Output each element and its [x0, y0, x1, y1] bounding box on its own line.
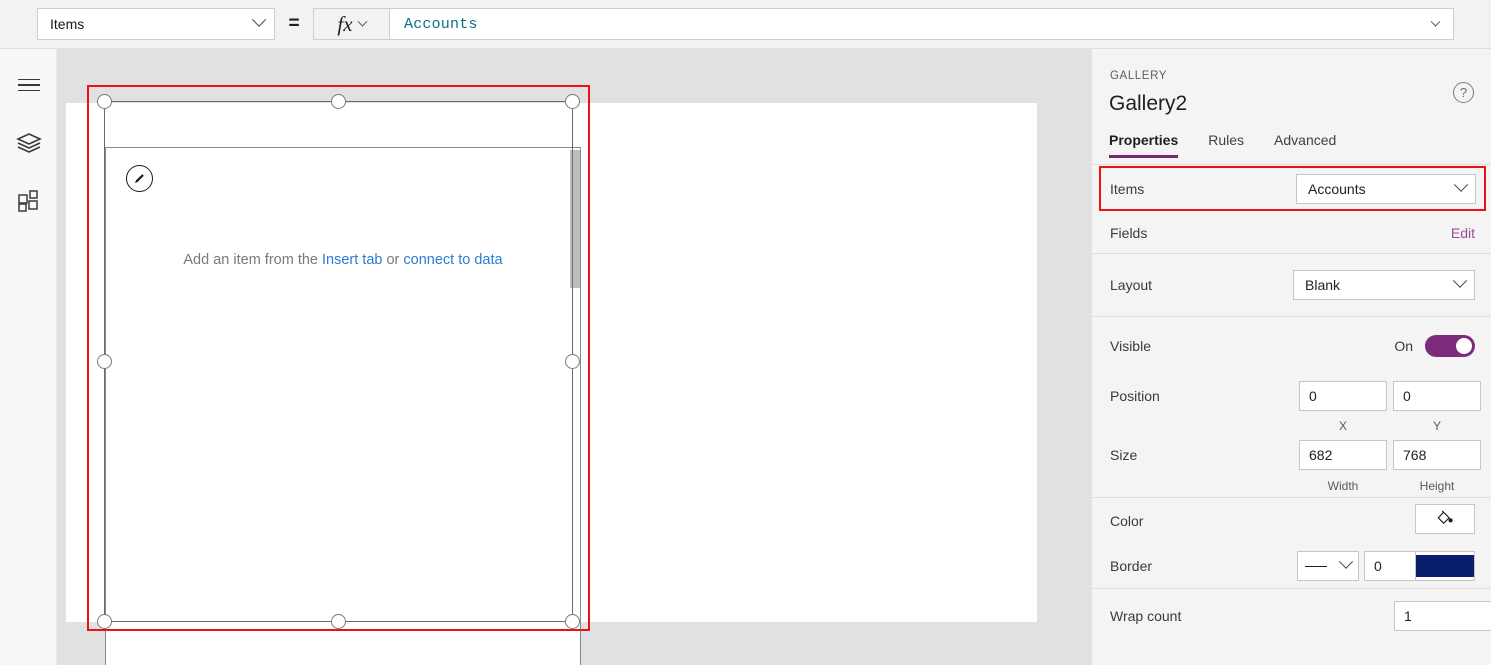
visible-label: Visible [1110, 338, 1151, 354]
resize-handle-bottom-left[interactable] [97, 614, 112, 629]
position-captions: X Y [1092, 417, 1491, 435]
tab-advanced[interactable]: Advanced [1274, 132, 1336, 158]
tab-properties[interactable]: Properties [1109, 132, 1179, 158]
border-style-dropdown[interactable] [1297, 551, 1359, 581]
size-width-input[interactable]: 682 [1299, 440, 1387, 470]
color-label: Color [1110, 513, 1144, 529]
tree-view-icon [15, 133, 42, 153]
property-dropdown-value: Items [50, 16, 85, 32]
sidebar-item-tree-view[interactable] [0, 121, 57, 165]
panel-tabs: Properties Rules Advanced [1109, 132, 1336, 158]
fields-edit-link[interactable]: Edit [1451, 225, 1475, 241]
fx-button[interactable]: fx [313, 8, 389, 40]
visible-toggle-state: On [1394, 338, 1413, 354]
chevron-down-icon [1338, 554, 1354, 569]
tab-rules[interactable]: Rules [1208, 132, 1244, 158]
chevron-down-icon[interactable] [1430, 16, 1441, 27]
resize-handle-top-right[interactable] [565, 94, 580, 109]
formula-text: Accounts [404, 15, 478, 33]
chevron-down-icon [251, 12, 267, 27]
chevron-down-icon [1452, 273, 1468, 288]
layout-dropdown[interactable]: Blank [1293, 270, 1475, 300]
border-label: Border [1110, 558, 1153, 574]
border-color-swatch [1416, 555, 1474, 577]
items-dropdown[interactable]: Accounts [1296, 174, 1476, 204]
size-height-caption: Height [1419, 479, 1455, 493]
selection-outline [104, 101, 573, 622]
help-icon[interactable]: ? [1453, 82, 1474, 103]
sidebar-item-insert[interactable] [0, 179, 57, 223]
size-label: Size [1110, 447, 1138, 463]
position-y-input[interactable]: 0 [1393, 381, 1481, 411]
resize-handle-top-center[interactable] [331, 94, 346, 109]
size-height-input[interactable]: 768 [1393, 440, 1481, 470]
properties-panel: GALLERY Gallery2 ? Properties Rules Adva… [1091, 49, 1491, 665]
chevron-down-icon [357, 16, 368, 27]
left-rail [0, 49, 57, 665]
fields-label: Fields [1110, 225, 1148, 241]
formula-bar: Items = fx Accounts [0, 0, 1491, 49]
items-label: Items [1110, 181, 1145, 197]
property-rows: Items Accounts Fields Edit Layout Blank [1092, 165, 1491, 643]
panel-control-name: Gallery2 [1109, 92, 1188, 115]
property-row-color: Color [1092, 498, 1491, 544]
menu-icon [17, 78, 40, 92]
design-canvas[interactable]: Add an item from the Insert tab or conne… [57, 49, 1091, 665]
resize-handle-middle-right[interactable] [565, 354, 580, 369]
resize-handle-bottom-center[interactable] [331, 614, 346, 629]
position-x-input[interactable]: 0 [1299, 381, 1387, 411]
size-width-caption: Width [1327, 479, 1359, 493]
wrap-count-label: Wrap count [1110, 608, 1182, 624]
items-dropdown-value: Accounts [1308, 181, 1366, 197]
line-style-icon [1305, 565, 1327, 567]
panel-control-type: GALLERY [1110, 70, 1168, 82]
position-y-caption: Y [1432, 419, 1441, 433]
property-row-items: Items Accounts [1092, 165, 1491, 213]
resize-handle-bottom-right[interactable] [565, 614, 580, 629]
visible-toggle-group[interactable]: On [1394, 335, 1475, 357]
property-row-position: Position 0 0 [1092, 375, 1491, 417]
insert-grid-icon [17, 190, 38, 212]
property-row-layout: Layout Blank [1092, 254, 1491, 316]
property-row-visible: Visible On [1092, 317, 1491, 375]
fill-bucket-icon [1437, 510, 1453, 524]
toggle-knob [1456, 338, 1472, 354]
layout-dropdown-value: Blank [1305, 277, 1341, 293]
power-apps-studio: Items = fx Accounts Add an item from the… [0, 0, 1491, 665]
border-color-button[interactable] [1415, 551, 1475, 581]
fx-icon: fx [337, 11, 353, 36]
color-fill-button[interactable] [1415, 504, 1475, 534]
wrap-count-input[interactable]: 1 [1394, 601, 1491, 631]
position-x-caption: X [1338, 419, 1347, 433]
property-row-size: Size 682 768 [1092, 435, 1491, 475]
sidebar-item-menu[interactable] [0, 63, 57, 107]
formula-input[interactable]: Accounts [389, 8, 1454, 40]
size-captions: Width Height [1092, 475, 1491, 497]
resize-handle-top-left[interactable] [97, 94, 112, 109]
resize-handle-middle-left[interactable] [97, 354, 112, 369]
equals-sign: = [288, 13, 300, 34]
property-row-fields: Fields Edit [1092, 213, 1491, 253]
chevron-down-icon [1453, 177, 1469, 192]
layout-label: Layout [1110, 277, 1153, 293]
visible-toggle[interactable] [1425, 335, 1475, 357]
property-dropdown[interactable]: Items [37, 8, 275, 40]
position-label: Position [1110, 388, 1160, 404]
property-row-wrap-count: Wrap count 1 [1092, 589, 1491, 643]
property-row-border: Border 0 [1092, 544, 1491, 588]
